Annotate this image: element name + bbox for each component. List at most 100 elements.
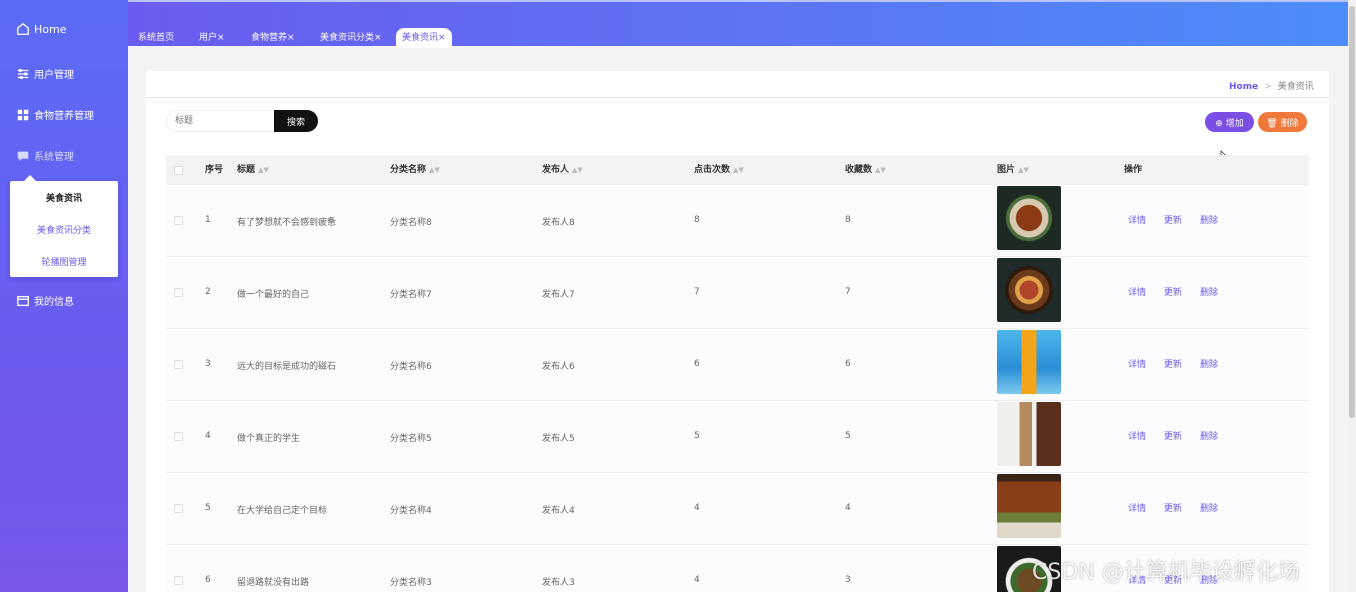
cell-title: 有了梦想就不会感到疲惫 bbox=[237, 218, 337, 228]
header-title[interactable]: 标题 ▲▼ bbox=[237, 155, 269, 185]
cell-title: 做个真正的学生 bbox=[237, 434, 301, 444]
cell-no: 1 bbox=[205, 215, 211, 225]
cell-category: 分类名称8 bbox=[390, 218, 432, 228]
submenu-item-food-news-category[interactable]: 美食资讯分类 bbox=[10, 223, 118, 236]
cell-author: 发布人5 bbox=[542, 434, 575, 444]
tab-food-news[interactable]: 美食资讯× bbox=[396, 28, 452, 48]
update-link[interactable]: 更新 bbox=[1164, 429, 1182, 442]
cell-clicks: 6 bbox=[694, 359, 700, 369]
row-checkbox[interactable] bbox=[174, 432, 183, 441]
tab-system-home[interactable]: 系统首页 bbox=[132, 28, 180, 48]
row-checkbox[interactable] bbox=[174, 216, 183, 225]
table-row: 2 做一个最好的自己 分类名称7 发布人7 7 7 详情 更新 删除 bbox=[166, 257, 1309, 329]
delete-link[interactable]: 删除 bbox=[1200, 213, 1218, 226]
cell-author: 发布人3 bbox=[542, 578, 575, 588]
cell-image bbox=[997, 474, 1061, 538]
detail-link[interactable]: 详情 bbox=[1128, 357, 1146, 370]
delete-link[interactable]: 删除 bbox=[1200, 429, 1218, 442]
sort-icon[interactable]: ▲▼ bbox=[429, 166, 440, 174]
header-category[interactable]: 分类名称 ▲▼ bbox=[390, 155, 440, 185]
sliders-icon bbox=[17, 68, 29, 79]
tab-food-news-category[interactable]: 美食资讯分类× bbox=[314, 28, 388, 48]
system-submenu: 美食资讯 美食资讯分类 轮播图管理 bbox=[10, 175, 118, 277]
add-button[interactable]: ⊕ 增加 bbox=[1205, 112, 1254, 132]
header-favorites[interactable]: 收藏数 ▲▼ bbox=[845, 155, 886, 185]
sidebar-item-label: Home bbox=[34, 22, 67, 36]
sidebar-item-food-nutrition[interactable]: 食物营养管理 bbox=[16, 107, 94, 122]
cell-author: 发布人4 bbox=[542, 506, 575, 516]
search-input[interactable] bbox=[166, 110, 276, 132]
cell-category: 分类名称3 bbox=[390, 578, 432, 588]
submenu-item-food-news[interactable]: 美食资讯 bbox=[10, 191, 118, 204]
submenu-item-carousel[interactable]: 轮播图管理 bbox=[10, 255, 118, 268]
add-button-label: 增加 bbox=[1225, 118, 1244, 129]
delete-link[interactable]: 删除 bbox=[1200, 501, 1218, 514]
sort-icon[interactable]: ▲▼ bbox=[1018, 166, 1029, 174]
trash-icon: 🗑 bbox=[1266, 118, 1278, 129]
card-icon bbox=[17, 295, 29, 306]
delete-link[interactable]: 删除 bbox=[1200, 285, 1218, 298]
cell-clicks: 5 bbox=[694, 431, 700, 441]
header-clicks[interactable]: 点击次数 ▲▼ bbox=[694, 155, 744, 185]
sort-icon[interactable]: ▲▼ bbox=[875, 166, 886, 174]
detail-link[interactable]: 详情 bbox=[1128, 213, 1146, 226]
breadcrumb-home[interactable]: Home bbox=[1229, 82, 1258, 92]
detail-link[interactable]: 详情 bbox=[1128, 285, 1146, 298]
sort-icon[interactable]: ▲▼ bbox=[258, 166, 269, 174]
header-author[interactable]: 发布人 ▲▼ bbox=[542, 155, 583, 185]
header-clicks-label: 点击次数 bbox=[694, 165, 731, 175]
cell-image bbox=[997, 258, 1061, 322]
sidebar-item-my-info[interactable]: 我的信息 bbox=[16, 293, 74, 308]
sort-icon[interactable]: ▲▼ bbox=[572, 166, 583, 174]
delete-button[interactable]: 🗑 删除 bbox=[1258, 112, 1307, 132]
cell-title: 做一个最好的自己 bbox=[237, 290, 310, 300]
select-all-checkbox[interactable] bbox=[174, 166, 183, 175]
scrollbar-thumb[interactable] bbox=[1349, 6, 1355, 418]
tab-user[interactable]: 用户× bbox=[193, 28, 231, 48]
sidebar: Home 用户管理 食物营养管理 系统管理 美食资讯 美食资讯分类 轮播图管理 … bbox=[0, 0, 128, 592]
cell-author: 发布人6 bbox=[542, 362, 575, 372]
tab-food-nutrition[interactable]: 食物营养× bbox=[245, 28, 301, 48]
row-checkbox[interactable] bbox=[174, 360, 183, 369]
update-link[interactable]: 更新 bbox=[1164, 501, 1182, 514]
header-no: 序号 bbox=[205, 165, 224, 175]
header-favorites-label: 收藏数 bbox=[845, 165, 873, 175]
sidebar-item-label: 用户管理 bbox=[34, 70, 74, 81]
cell-category: 分类名称7 bbox=[390, 290, 432, 300]
home-icon bbox=[17, 22, 29, 35]
detail-link[interactable]: 详情 bbox=[1128, 429, 1146, 442]
breadcrumb-separator: > bbox=[1264, 82, 1272, 92]
sidebar-item-label: 系统管理 bbox=[34, 152, 74, 163]
row-checkbox[interactable] bbox=[174, 504, 183, 513]
cell-title: 留退路就没有出路 bbox=[237, 578, 310, 588]
row-checkbox[interactable] bbox=[174, 288, 183, 297]
table-row: 4 做个真正的学生 分类名称5 发布人5 5 5 详情 更新 删除 bbox=[166, 401, 1309, 473]
table-row: 3 远大的目标是成功的磁石 分类名称6 发布人6 6 6 详情 更新 删除 bbox=[166, 329, 1309, 401]
cell-clicks: 7 bbox=[694, 287, 700, 297]
cell-favorites: 6 bbox=[845, 359, 851, 369]
page-scrollbar[interactable] bbox=[1348, 0, 1356, 592]
cell-no: 2 bbox=[205, 287, 211, 297]
cell-image bbox=[997, 186, 1061, 250]
sidebar-item-home[interactable]: Home bbox=[16, 22, 66, 36]
table-row: 1 有了梦想就不会感到疲惫 分类名称8 发布人8 8 8 详情 更新 删除 bbox=[166, 185, 1309, 257]
cell-category: 分类名称6 bbox=[390, 362, 432, 372]
cell-title: 在大学给自己定个目标 bbox=[237, 506, 328, 516]
sort-icon[interactable]: ▲▼ bbox=[733, 166, 744, 174]
delete-link[interactable]: 删除 bbox=[1200, 357, 1218, 370]
search-button[interactable]: 搜索 bbox=[274, 110, 318, 132]
sidebar-item-system[interactable]: 系统管理 bbox=[16, 148, 74, 163]
breadcrumb: Home > 美食资讯 bbox=[1229, 79, 1314, 92]
detail-link[interactable]: 详情 bbox=[1128, 501, 1146, 514]
cell-favorites: 7 bbox=[845, 287, 851, 297]
row-checkbox[interactable] bbox=[174, 576, 183, 585]
sidebar-item-user-management[interactable]: 用户管理 bbox=[16, 66, 74, 81]
header-image[interactable]: 图片 ▲▼ bbox=[997, 155, 1029, 185]
update-link[interactable]: 更新 bbox=[1164, 357, 1182, 370]
header-image-label: 图片 bbox=[997, 165, 1016, 175]
sidebar-item-label: 食物营养管理 bbox=[34, 111, 94, 122]
cell-favorites: 3 bbox=[845, 575, 851, 585]
update-link[interactable]: 更新 bbox=[1164, 213, 1182, 226]
update-link[interactable]: 更新 bbox=[1164, 285, 1182, 298]
header-title-label: 标题 bbox=[237, 165, 256, 175]
